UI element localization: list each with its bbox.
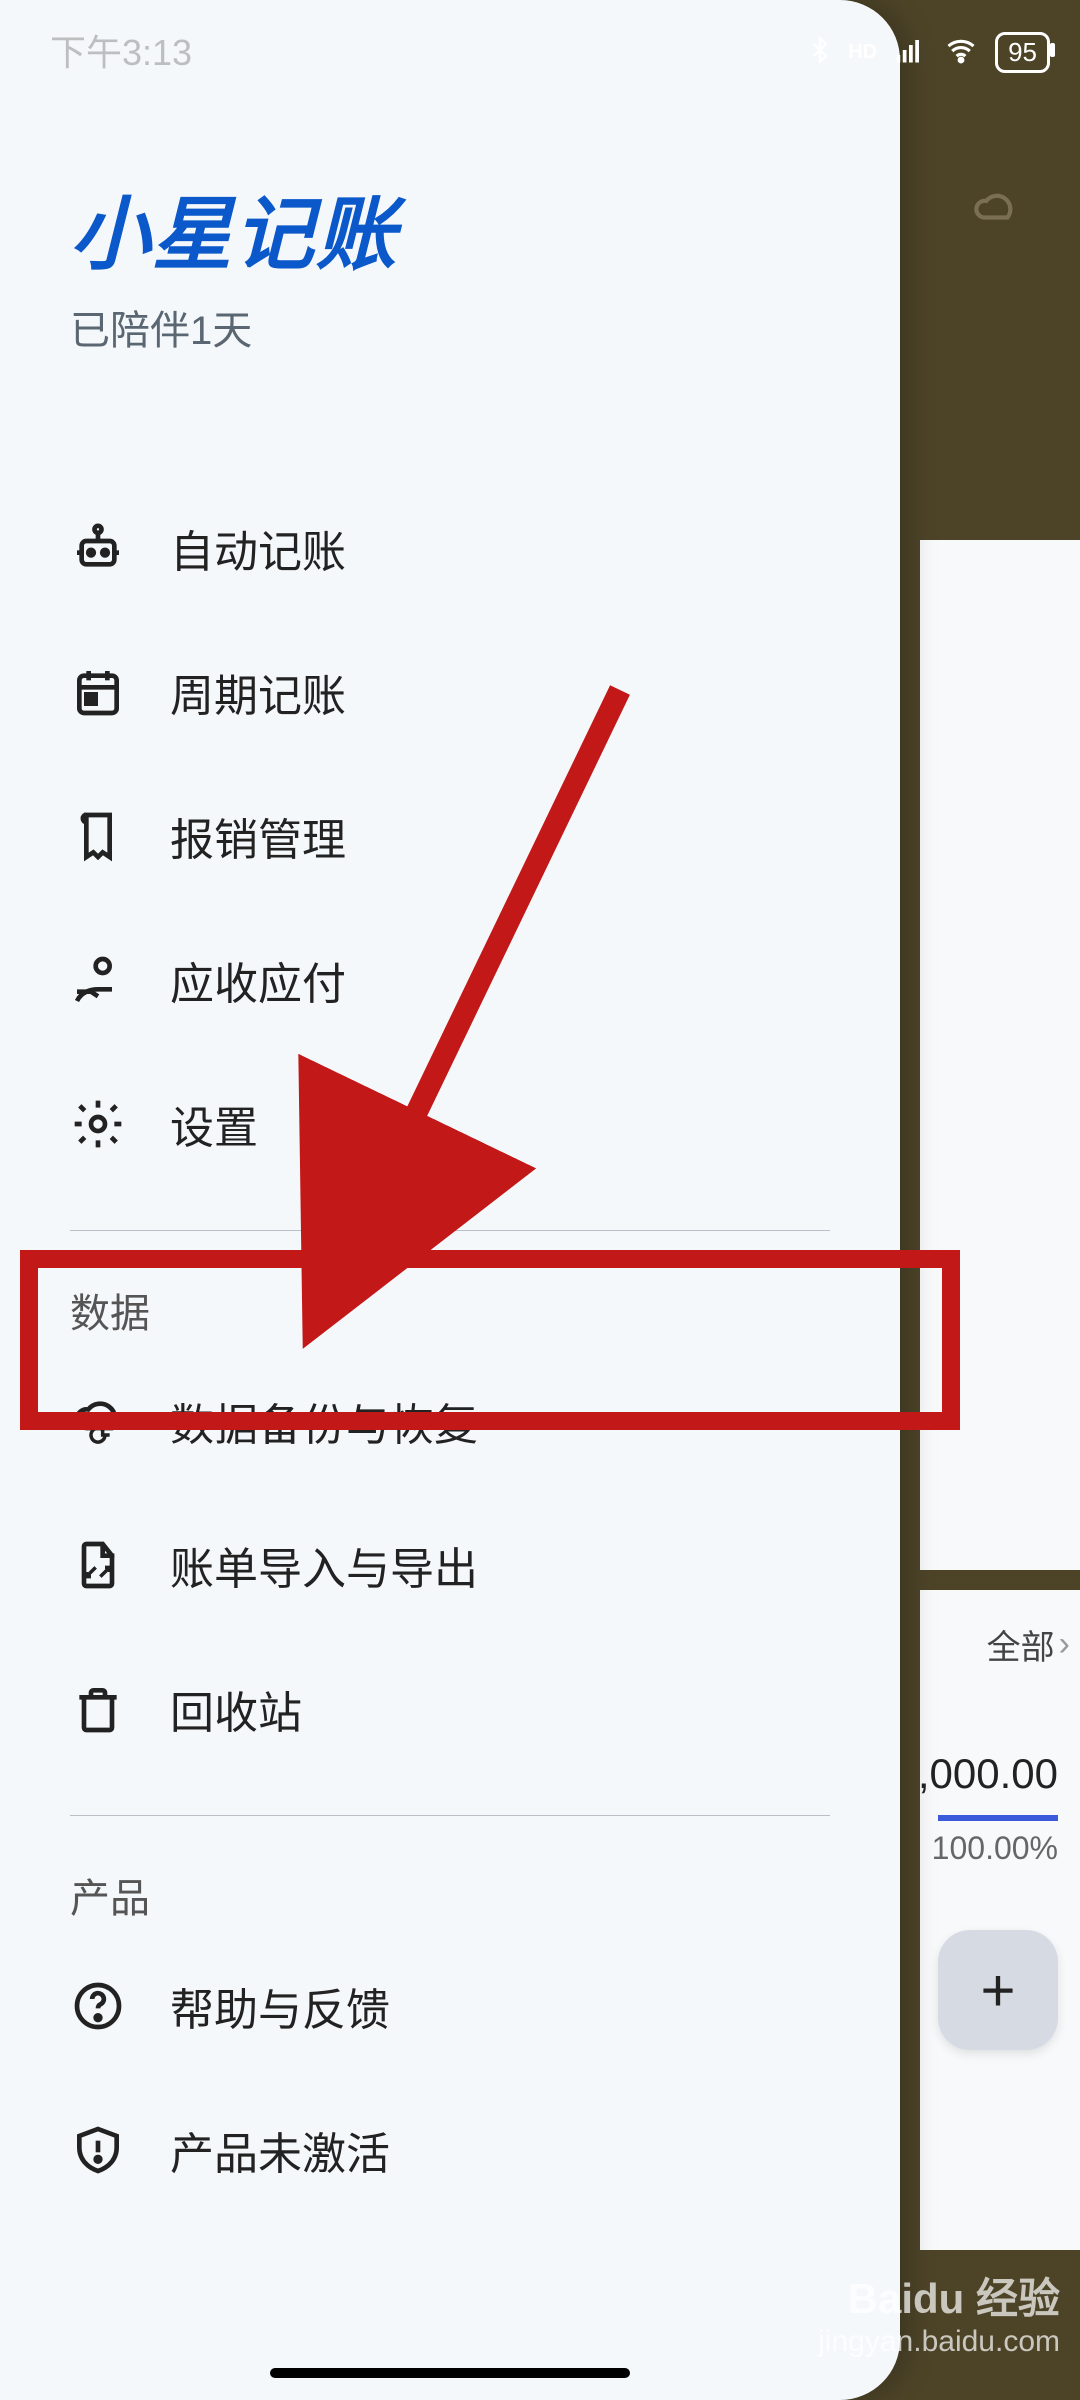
subtitle: 已陪伴1天 <box>70 298 830 356</box>
home-indicator <box>270 2368 630 2378</box>
menu-label: 帮助与反馈 <box>170 1974 390 2038</box>
status-time: 下午3:13 <box>50 24 192 76</box>
hd-icon: HD <box>848 41 877 64</box>
watermark-url: jingyan.baidu.com <box>818 2324 1060 2360</box>
cloud-icon[interactable] <box>960 180 1030 230</box>
bg-card <box>920 1590 1080 2250</box>
add-button[interactable]: + <box>938 1930 1058 2050</box>
robot-icon <box>70 520 126 576</box>
file-transfer-icon <box>70 1537 126 1593</box>
menu-label: 产品未激活 <box>170 2118 390 2182</box>
menu-label: 账单导入与导出 <box>170 1533 478 1597</box>
menu-product: 帮助与反馈 产品未激活 <box>70 1934 830 2222</box>
menu-item-trash[interactable]: 回收站 <box>70 1637 830 1781</box>
menu-item-periodic[interactable]: 周期记账 <box>70 620 830 764</box>
bluetooth-icon <box>806 30 834 75</box>
cloud-sync-icon <box>70 1393 126 1449</box>
status-bar: 下午3:13 <box>0 0 900 100</box>
menu-item-receivable[interactable]: 应收应付 <box>70 908 830 1052</box>
gear-icon <box>70 1096 126 1152</box>
status-right: HD 95 <box>806 30 1050 75</box>
section-data-label: 数据 <box>70 1281 830 1339</box>
menu-label: 数据备份与恢复 <box>170 1389 478 1453</box>
hand-coin-icon <box>70 952 126 1008</box>
bg-card <box>920 540 1080 1570</box>
help-icon <box>70 1978 126 2034</box>
shield-alert-icon <box>70 2122 126 2178</box>
filter-all-label: 全部 <box>987 1620 1055 1669</box>
menu-label: 应收应付 <box>170 948 346 1012</box>
watermark: Baidu 经验 jingyan.baidu.com <box>818 2274 1060 2360</box>
menu-main: 自动记账 周期记账 报销管理 <box>70 476 830 1196</box>
menu-item-help[interactable]: 帮助与反馈 <box>70 1934 830 2078</box>
menu-item-activation[interactable]: 产品未激活 <box>70 2078 830 2222</box>
menu-label: 周期记账 <box>170 660 346 724</box>
menu-item-auto-record[interactable]: 自动记账 <box>70 476 830 620</box>
trash-icon <box>70 1681 126 1737</box>
app-title: 小星记账 <box>70 170 830 286</box>
menu-item-settings[interactable]: 设置 <box>70 1052 830 1196</box>
nav-drawer: 小星记账 已陪伴1天 自动记账 周期记账 <box>0 0 900 2400</box>
progress-bar <box>938 1815 1058 1821</box>
receipt-icon <box>70 808 126 864</box>
menu-label: 设置 <box>170 1092 258 1156</box>
wifi-icon <box>941 35 981 70</box>
filter-all[interactable]: 全部 › <box>987 1620 1070 1669</box>
chevron-right-icon: › <box>1059 1625 1070 1664</box>
watermark-brand: Baidu 经验 <box>818 2274 1060 2324</box>
divider <box>70 1815 830 1816</box>
signal-icon <box>891 35 927 70</box>
battery-value: 95 <box>1008 37 1037 68</box>
menu-item-reimburse[interactable]: 报销管理 <box>70 764 830 908</box>
battery-indicator: 95 <box>995 32 1050 73</box>
menu-label: 回收站 <box>170 1677 302 1741</box>
plus-icon: + <box>980 1956 1015 2025</box>
menu-item-backup[interactable]: 数据备份与恢复 <box>70 1349 830 1493</box>
menu-label: 报销管理 <box>170 804 346 868</box>
percent-value: 100.00% <box>932 1830 1058 1867</box>
divider <box>70 1230 830 1231</box>
menu-data: 数据备份与恢复 账单导入与导出 回收站 <box>70 1349 830 1781</box>
section-product-label: 产品 <box>70 1866 830 1924</box>
menu-item-import-export[interactable]: 账单导入与导出 <box>70 1493 830 1637</box>
calendar-icon <box>70 664 126 720</box>
menu-label: 自动记账 <box>170 516 346 580</box>
amount-value: ,000.00 <box>918 1750 1058 1798</box>
screen: 全部 › ,000.00 100.00% + 小星记账 已陪伴1天 自动记账 <box>0 0 1080 2400</box>
